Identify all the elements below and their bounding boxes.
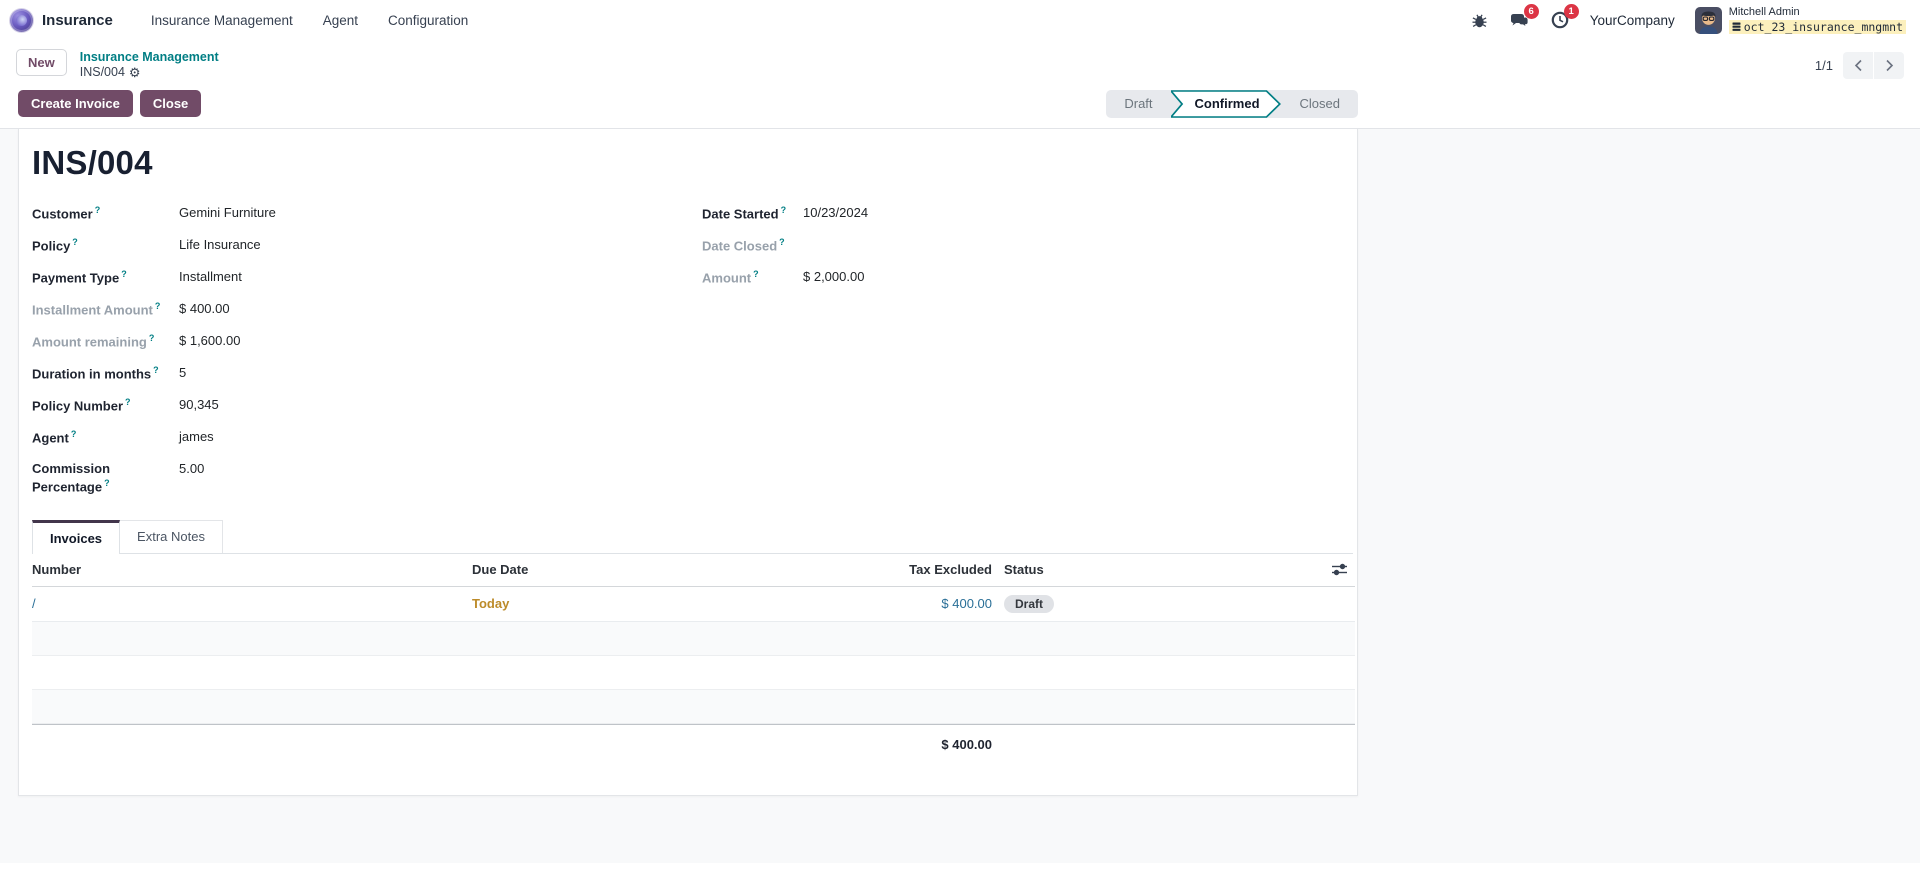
notebook-tabs: Invoices Extra Notes [32, 520, 1353, 554]
user-avatar [1695, 7, 1722, 34]
amount-value[interactable]: $ 2,000.00 [803, 269, 1342, 286]
duration-value[interactable]: 5 [179, 365, 702, 382]
record-title[interactable]: INS/004 [32, 144, 1353, 182]
main-menu: Insurance Management Agent Configuration [151, 13, 468, 28]
invoice-due-date-cell[interactable]: Today [472, 596, 772, 611]
menu-configuration[interactable]: Configuration [388, 13, 468, 28]
field-help-marker: ? [95, 205, 101, 215]
table-header-row: Number Due Date Tax Excluded Status [32, 554, 1355, 587]
app-switcher[interactable]: Insurance [10, 9, 113, 32]
pager-previous-button[interactable] [1843, 52, 1873, 79]
database-name: oct_23_insurance_mngmnt [1744, 20, 1903, 34]
user-name: Mitchell Admin [1729, 6, 1906, 20]
new-button[interactable]: New [16, 49, 67, 76]
field-date-started: Date Started? 10/23/2024 [702, 200, 1342, 232]
control-panel: New Insurance Management INS/004 ⚙ 1/1 [0, 40, 1920, 82]
field-policy: Policy? Life Insurance [32, 232, 702, 264]
tab-extra-notes[interactable]: Extra Notes [120, 520, 223, 553]
empty-row [32, 690, 1355, 724]
status-step-closed[interactable]: Closed [1282, 90, 1358, 118]
top-navbar: Insurance Insurance Management Agent Con… [0, 0, 1920, 40]
app-name[interactable]: Insurance [42, 12, 113, 29]
debug-bug-icon[interactable] [1470, 10, 1490, 30]
amount-remaining-value[interactable]: $ 1,600.00 [179, 333, 702, 350]
field-help-marker: ? [153, 365, 159, 375]
field-help-marker: ? [753, 269, 759, 279]
field-amount: Amount? $ 2,000.00 [702, 264, 1342, 296]
messages-badge: 6 [1524, 4, 1539, 19]
invoice-number-cell[interactable]: / [32, 596, 472, 611]
field-policy-number: Policy Number? 90,345 [32, 392, 702, 424]
status-step-confirmed[interactable]: Confirmed [1171, 90, 1282, 118]
empty-row [32, 656, 1355, 690]
systray: 6 1 YourCompany Mitchell Admin oct_23_in… [1470, 6, 1906, 34]
total-tax-excluded: $ 400.00 [772, 737, 992, 752]
company-switcher[interactable]: YourCompany [1590, 13, 1675, 28]
breadcrumb-current: INS/004 ⚙ [80, 65, 219, 79]
field-commission-percentage: Commission Percentage? 5.00 [32, 456, 702, 496]
optional-columns-sliders-icon[interactable] [1315, 563, 1355, 576]
field-grid: Customer? Gemini Furniture Policy? Life … [32, 200, 1353, 496]
menu-agent[interactable]: Agent [323, 13, 358, 28]
commission-percentage-value[interactable]: 5.00 [179, 461, 702, 478]
record-name: INS/004 [80, 65, 125, 79]
field-payment-type: Payment Type? Installment [32, 264, 702, 296]
empty-row [32, 622, 1355, 656]
policy-number-value[interactable]: 90,345 [179, 397, 702, 414]
database-icon [1732, 22, 1741, 32]
tab-invoices[interactable]: Invoices [32, 520, 120, 554]
field-amount-remaining: Amount remaining? $ 1,600.00 [32, 328, 702, 360]
agent-value[interactable]: james [179, 429, 702, 446]
field-help-marker: ? [121, 269, 127, 279]
field-agent: Agent? james [32, 424, 702, 456]
field-help-marker: ? [149, 333, 155, 343]
activities-badge: 1 [1564, 4, 1579, 19]
column-due-date[interactable]: Due Date [472, 562, 772, 577]
field-help-marker: ? [779, 237, 785, 247]
date-started-value[interactable]: 10/23/2024 [803, 205, 1342, 222]
database-chip: oct_23_insurance_mngmnt [1729, 20, 1906, 34]
actions-gear-icon[interactable]: ⚙ [129, 66, 141, 79]
form-sheet: INS/004 Customer? Gemini Furniture Polic… [18, 129, 1358, 796]
invoice-status-cell: Draft [992, 595, 1315, 613]
statusbar: Draft Confirmed Closed [1106, 90, 1358, 118]
user-menu[interactable]: Mitchell Admin oct_23_insurance_mngmnt [1695, 6, 1906, 34]
installment-amount-value[interactable]: $ 400.00 [179, 301, 702, 318]
close-button[interactable]: Close [140, 90, 201, 117]
field-help-marker: ? [104, 478, 110, 488]
customer-value[interactable]: Gemini Furniture [179, 205, 702, 222]
payment-type-value[interactable]: Installment [179, 269, 702, 286]
breadcrumb: Insurance Management INS/004 ⚙ [80, 49, 219, 80]
policy-value[interactable]: Life Insurance [179, 237, 702, 254]
invoices-table: Number Due Date Tax Excluded Status / To… [32, 554, 1355, 764]
column-number[interactable]: Number [32, 562, 472, 577]
field-installment-amount: Installment Amount? $ 400.00 [32, 296, 702, 328]
status-step-draft[interactable]: Draft [1106, 90, 1170, 118]
field-help-marker: ? [71, 429, 77, 439]
table-total-row: $ 400.00 [32, 724, 1355, 764]
invoice-row[interactable]: / Today $ 400.00 Draft [32, 587, 1355, 622]
messages-icon[interactable]: 6 [1510, 10, 1530, 30]
activities-clock-icon[interactable]: 1 [1550, 10, 1570, 30]
field-help-marker: ? [72, 237, 78, 247]
menu-insurance-management[interactable]: Insurance Management [151, 13, 293, 28]
field-help-marker: ? [155, 301, 161, 311]
column-tax-excluded[interactable]: Tax Excluded [772, 562, 992, 577]
field-customer: Customer? Gemini Furniture [32, 200, 702, 232]
field-date-closed: Date Closed? [702, 232, 1342, 264]
content-area: INS/004 Customer? Gemini Furniture Polic… [0, 128, 1920, 863]
create-invoice-button[interactable]: Create Invoice [18, 90, 133, 117]
action-bar: Create Invoice Close Draft Confirmed Clo… [0, 82, 1358, 128]
pager: 1/1 [1815, 49, 1904, 79]
app-logo-icon [10, 9, 33, 32]
field-duration: Duration in months? 5 [32, 360, 702, 392]
column-status[interactable]: Status [992, 562, 1315, 577]
field-help-marker: ? [125, 397, 131, 407]
breadcrumb-parent-link[interactable]: Insurance Management [80, 50, 219, 64]
field-help-marker: ? [781, 205, 787, 215]
status-badge: Draft [1004, 595, 1054, 613]
pager-count: 1/1 [1815, 58, 1833, 73]
pager-next-button[interactable] [1874, 52, 1904, 79]
invoice-tax-excluded-cell[interactable]: $ 400.00 [772, 596, 992, 611]
